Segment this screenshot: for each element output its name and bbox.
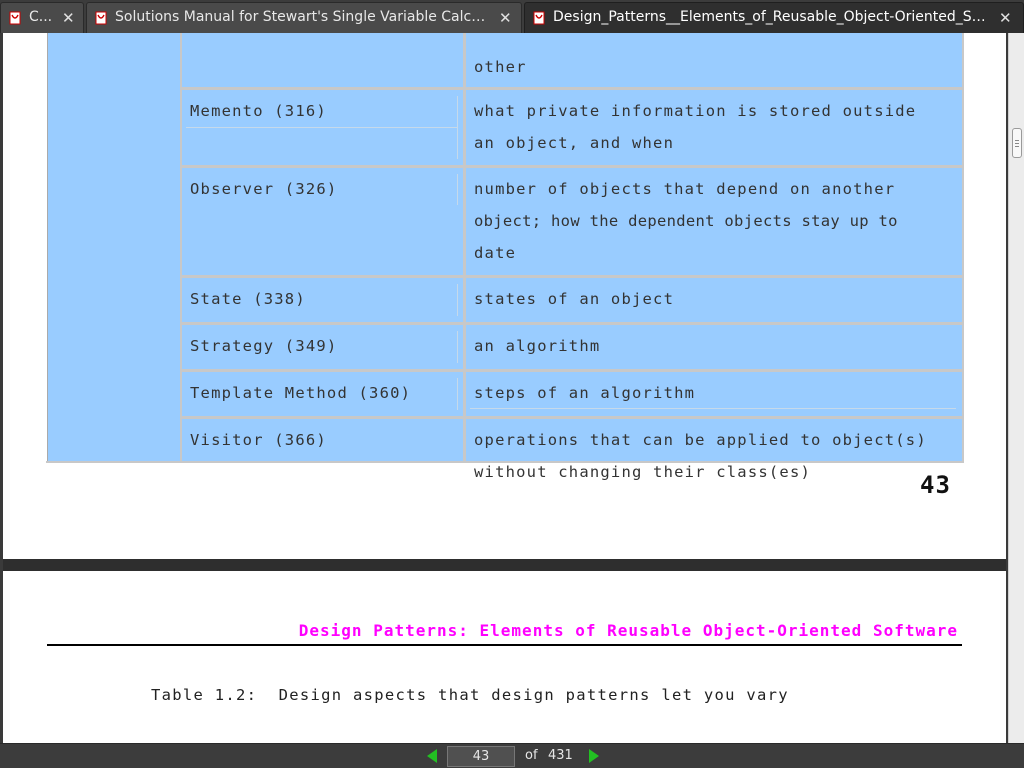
grip-line <box>1015 143 1019 144</box>
aspect-line: other <box>474 58 527 76</box>
cell-inner-line <box>186 127 457 128</box>
close-icon[interactable]: ✕ <box>999 9 1012 27</box>
table-cell-aspect: operations that can be applied to object… <box>464 417 964 481</box>
table-cell-aspect: other <box>464 33 964 89</box>
close-icon[interactable]: ✕ <box>62 9 75 27</box>
grip-line <box>1015 140 1019 141</box>
tab-label: C... <box>29 9 53 25</box>
vertical-scrollbar[interactable] <box>1008 33 1024 743</box>
aspect-line: an object, and when <box>474 134 675 152</box>
cell-inner-line <box>457 331 458 363</box>
aspect-line: number of objects that depend on another <box>474 180 896 198</box>
table-bottom-border <box>46 461 964 463</box>
page-number: 43 <box>920 471 951 499</box>
table-cell-aspect: what private information is stored outsi… <box>464 88 964 167</box>
of-label: of <box>525 748 538 763</box>
aspect-line: steps of an algorithm <box>474 384 696 402</box>
next-page-arrow-icon[interactable] <box>589 749 599 763</box>
tab-label: Solutions Manual for Stewart's Single Va… <box>115 9 493 25</box>
page-navigation-bar: of 431 <box>0 743 1024 768</box>
pattern-name: Observer (326) <box>190 180 338 198</box>
cell-inner-line <box>457 284 458 316</box>
table-cell-pattern: Observer (326) <box>180 166 465 277</box>
page-separator <box>3 559 1006 571</box>
cell-inner-line <box>457 96 458 159</box>
tab-label: Design_Patterns__Elements_of_Reusable_Ob… <box>553 9 993 25</box>
table-cell-pattern <box>180 33 465 89</box>
grip-line <box>1015 146 1019 147</box>
cell-inner-line <box>457 378 458 410</box>
pattern-name: Template Method (360) <box>190 384 412 402</box>
table-cell-aspect: states of an object <box>464 276 964 324</box>
pattern-name: State (338) <box>190 290 306 308</box>
table-cell-aspect: an algorithm <box>464 323 964 371</box>
aspect-line: an algorithm <box>474 337 601 355</box>
aspect-line: what private information is stored outsi… <box>474 102 917 120</box>
pdf-page-44: Design Patterns: Elements of Reusable Ob… <box>3 571 1006 743</box>
page-number-input[interactable] <box>447 746 515 767</box>
aspect-line: operations that can be applied to object… <box>474 431 927 449</box>
aspect-line: object; how the dependent objects stay u… <box>474 212 898 230</box>
scrollbar-thumb[interactable] <box>1012 128 1022 158</box>
tab-c[interactable]: C... ✕ <box>0 2 84 33</box>
running-header: Design Patterns: Elements of Reusable Ob… <box>298 621 958 640</box>
pdf-icon <box>95 11 107 25</box>
table-cell-pattern: Memento (316) <box>180 88 465 167</box>
pdf-icon <box>9 11 21 25</box>
tab-bar: C... ✕ Solutions Manual for Stewart's Si… <box>0 0 1024 33</box>
header-rule <box>47 644 962 646</box>
pdf-icon <box>533 11 545 25</box>
tab-design-patterns[interactable]: Design_Patterns__Elements_of_Reusable_Ob… <box>524 2 1024 33</box>
table-cell-pattern: Visitor (366) <box>180 417 465 463</box>
table-left-column <box>47 33 180 463</box>
table-cell-aspect: number of objects that depend on another… <box>464 166 964 277</box>
aspect-line: states of an object <box>474 290 675 308</box>
table-caption: Table 1.2: Design aspects that design pa… <box>151 686 789 704</box>
table-cell-pattern: Strategy (349) <box>180 323 465 371</box>
cell-inner-line <box>470 408 956 409</box>
document-viewport[interactable]: other Memento (316) what private informa… <box>0 33 1008 743</box>
table-cell-pattern: State (338) <box>180 276 465 324</box>
tab-solutions-manual[interactable]: Solutions Manual for Stewart's Single Va… <box>86 2 522 33</box>
table-cell-pattern: Template Method (360) <box>180 370 465 418</box>
pdf-page-43: other Memento (316) what private informa… <box>3 33 1006 559</box>
pattern-name: Strategy (349) <box>190 337 338 355</box>
aspect-line: date <box>474 244 517 262</box>
table-cell-aspect: steps of an algorithm <box>464 370 964 418</box>
previous-page-arrow-icon[interactable] <box>427 749 437 763</box>
pattern-name: Memento (316) <box>190 102 327 120</box>
close-icon[interactable]: ✕ <box>499 9 512 27</box>
cell-inner-line <box>457 174 458 205</box>
pattern-name: Visitor (366) <box>190 431 327 449</box>
total-pages-label: 431 <box>548 748 573 763</box>
